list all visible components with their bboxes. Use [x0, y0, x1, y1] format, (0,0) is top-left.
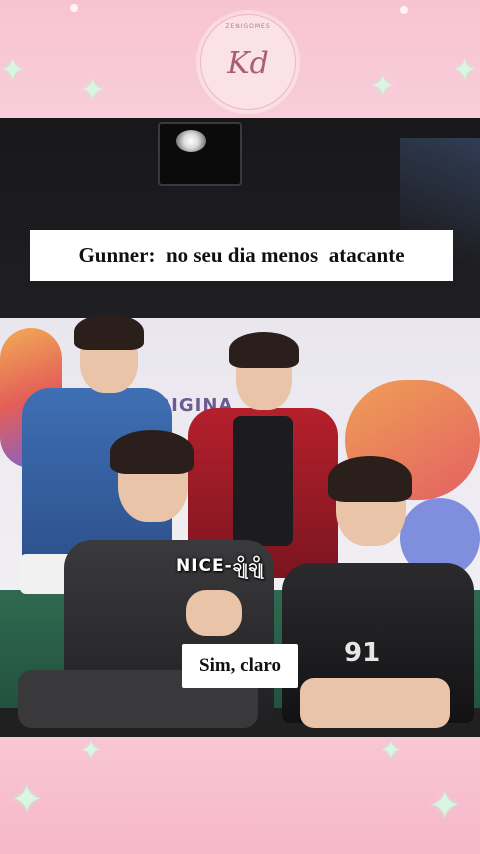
caption-top: Gunner: no seu dia menos atacante [30, 230, 453, 281]
bottom-frame-band [0, 737, 480, 854]
legs [300, 678, 450, 728]
hair [328, 456, 412, 502]
watermark-ring-text: ZENIGOMES [225, 23, 271, 30]
decor-dot [70, 4, 78, 12]
caption-bottom: Sim, claro [182, 644, 298, 688]
sparkle-icon: ✦ [428, 783, 462, 829]
sparkle-icon: ✦ [370, 69, 396, 104]
overlay-name-tag: NICE-ချိုချို [176, 556, 265, 576]
hair [229, 332, 299, 368]
black-shirt [233, 416, 293, 546]
hair [110, 430, 194, 474]
sparkle-icon: ✦ [10, 777, 44, 823]
sparkle-icon: ✦ [452, 53, 478, 88]
decor-dot [400, 6, 408, 14]
channel-watermark-logo: ZENIGOMES Kd [200, 14, 296, 110]
watermark-monogram: Kd [227, 46, 269, 81]
sparkle-icon: ✦ [80, 73, 106, 108]
stage-light [158, 122, 242, 186]
sparkle-icon: ✦ [0, 53, 26, 88]
sparkle-icon: ✦ [380, 736, 402, 766]
sparkle-icon: ✦ [80, 736, 102, 766]
hair [74, 314, 144, 350]
light-bulb [176, 130, 206, 152]
jersey-number: 91 [344, 638, 381, 668]
holding-hands [186, 590, 242, 636]
